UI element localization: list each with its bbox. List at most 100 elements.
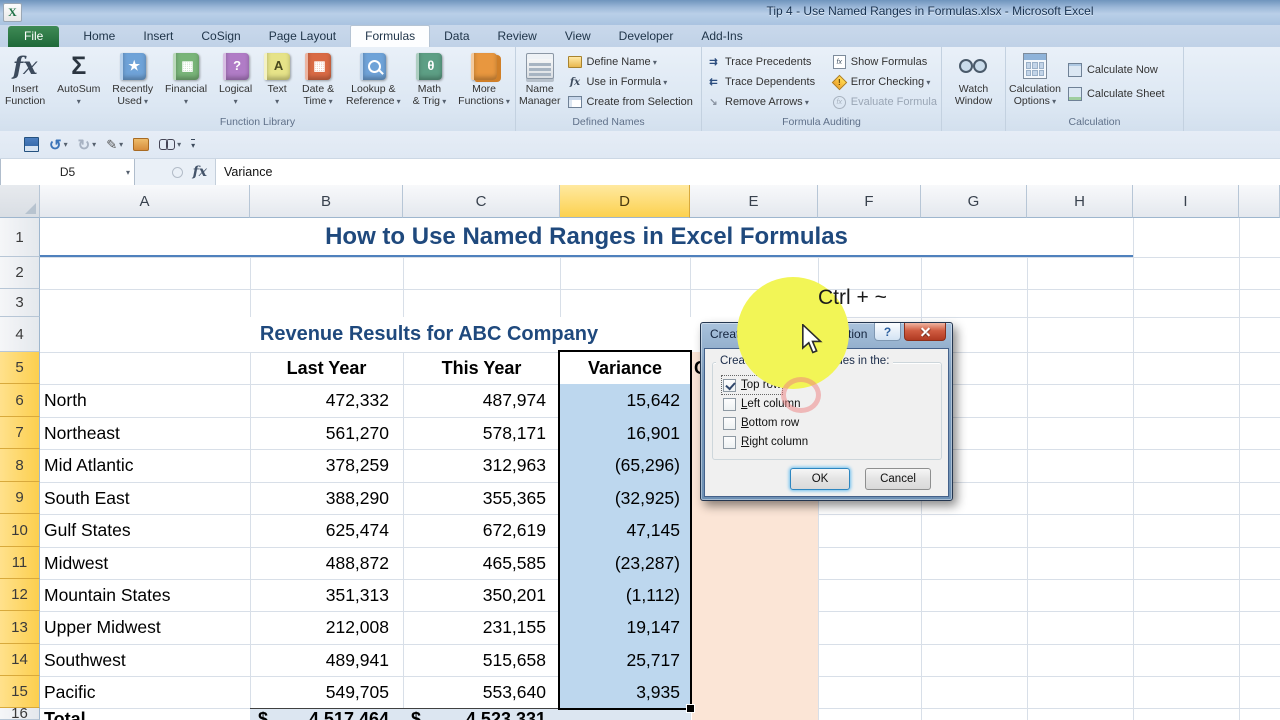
last-year-cell[interactable]: 351,313 [250, 579, 389, 612]
column-header-a[interactable]: A [40, 185, 250, 218]
this-year-cell[interactable]: 672,619 [403, 514, 546, 547]
ok-button[interactable]: OK [790, 468, 850, 490]
last-year-cell[interactable]: 561,270 [250, 417, 389, 450]
trace-dependents-button[interactable]: ⇇Trace Dependents [702, 72, 828, 92]
name-box[interactable]: D5 ▾ [0, 159, 135, 185]
row-header-1[interactable]: 1 [0, 218, 40, 257]
last-year-cell[interactable]: 388,290 [250, 482, 389, 515]
formula-input[interactable]: Variance [216, 159, 1280, 185]
checkbox-unchecked-icon[interactable] [723, 417, 736, 430]
define-name-button[interactable]: Define Name [563, 52, 696, 72]
region-cell[interactable]: Northeast [44, 417, 120, 450]
checkbox-unchecked-icon[interactable] [723, 398, 736, 411]
region-cell[interactable]: Gulf States [44, 514, 131, 547]
total-label-cell[interactable]: Total [44, 708, 86, 720]
select-all-corner[interactable] [0, 185, 40, 218]
checkbox-unchecked-icon[interactable] [723, 436, 736, 449]
tab-page-layout[interactable]: Page Layout [255, 26, 350, 47]
name-manager-button[interactable]: NameManager [516, 50, 563, 109]
this-year-cell[interactable]: 465,585 [403, 547, 546, 580]
row-header-2[interactable]: 2 [0, 257, 40, 289]
watch-window-button[interactable]: WatchWindow [952, 50, 995, 109]
region-cell[interactable]: Southwest [44, 644, 126, 677]
checkbox-right-column[interactable]: Right column [723, 434, 808, 450]
redo-button[interactable]: ↻▾ [78, 136, 97, 154]
this-year-cell[interactable]: 350,201 [403, 579, 546, 612]
this-year-cell[interactable]: 355,365 [403, 482, 546, 515]
region-cell[interactable]: Mountain States [44, 579, 170, 612]
tab-insert[interactable]: Insert [129, 26, 187, 47]
this-year-cell[interactable]: 312,963 [403, 449, 546, 482]
last-year-cell[interactable]: 625,474 [250, 514, 389, 547]
undo-button[interactable]: ↺▾ [49, 136, 68, 154]
column-header-b[interactable]: B [250, 185, 403, 218]
this-year-cell[interactable]: 578,171 [403, 417, 546, 450]
cell-c5-this-year[interactable]: This Year [403, 352, 560, 384]
region-cell[interactable]: Pacific [44, 676, 96, 709]
region-cell[interactable]: South East [44, 482, 130, 515]
evaluate-formula-button[interactable]: fxEvaluate Formula [828, 92, 941, 112]
row-header-3[interactable]: 3 [0, 289, 40, 317]
dialog-help-button[interactable]: ? [874, 323, 901, 341]
last-year-cell[interactable]: 489,941 [250, 644, 389, 677]
tab-cosign[interactable]: CoSign [187, 26, 254, 47]
more-functions-button[interactable]: MoreFunctions [455, 50, 513, 110]
last-year-cell[interactable]: 472,332 [250, 384, 389, 417]
total-last-year-cell[interactable]: 4,517,464 [250, 708, 389, 720]
last-year-cell[interactable]: 488,872 [250, 547, 389, 580]
region-cell[interactable]: Midwest [44, 547, 108, 580]
region-cell[interactable]: North [44, 384, 87, 417]
column-header-e[interactable]: E [690, 185, 818, 218]
calculation-options-button[interactable]: CalculationOptions [1006, 50, 1064, 110]
row-header-4[interactable]: 4 [0, 317, 40, 352]
math-trig-button[interactable]: θ Math& Trig [410, 50, 450, 110]
last-year-cell[interactable]: 549,705 [250, 676, 389, 709]
sheet-title-cell[interactable]: How to Use Named Ranges in Excel Formula… [40, 218, 1133, 257]
column-header-g[interactable]: G [921, 185, 1027, 218]
create-from-selection-button[interactable]: Create from Selection [563, 92, 696, 112]
column-header-i[interactable]: I [1133, 185, 1239, 218]
tab-formulas[interactable]: Formulas [350, 25, 430, 47]
tab-view[interactable]: View [551, 26, 605, 47]
checkbox-bottom-row[interactable]: Bottom row [723, 415, 799, 431]
date-time-button[interactable]: ▦ Date &Time [299, 50, 337, 110]
lookup-reference-button[interactable]: Lookup &Reference [343, 50, 404, 110]
recently-used-button[interactable]: ★ RecentlyUsed [109, 50, 156, 110]
customize-toolbar-button[interactable]: ▾ [191, 139, 195, 150]
column-header-d-selected[interactable]: D [560, 185, 690, 218]
row-header-5-selected[interactable]: 5 [0, 352, 40, 384]
open-folder-button[interactable] [133, 138, 149, 151]
fill-handle[interactable] [686, 704, 695, 713]
last-year-cell[interactable]: 212,008 [250, 611, 389, 644]
tab-file[interactable]: File [8, 26, 59, 47]
column-header-c[interactable]: C [403, 185, 560, 218]
region-cell[interactable]: Upper Midwest [44, 611, 161, 644]
column-header-f[interactable]: F [818, 185, 921, 218]
tab-data[interactable]: Data [430, 26, 483, 47]
logical-button[interactable]: ? Logical [216, 50, 255, 110]
save-button[interactable] [24, 137, 39, 152]
last-year-cell[interactable]: 378,259 [250, 449, 389, 482]
this-year-cell[interactable]: 553,640 [403, 676, 546, 709]
region-cell[interactable]: Mid Atlantic [44, 449, 133, 482]
this-year-cell[interactable]: 487,974 [403, 384, 546, 417]
tab-add-ins[interactable]: Add-Ins [687, 26, 756, 47]
cancel-button[interactable]: Cancel [865, 468, 931, 490]
trace-precedents-button[interactable]: ⇉Trace Precedents [702, 52, 828, 72]
total-this-year-cell[interactable]: 4,523,331 [403, 708, 546, 720]
financial-button[interactable]: ▦ Financial [162, 50, 210, 110]
this-year-cell[interactable]: 231,155 [403, 611, 546, 644]
use-in-formula-button[interactable]: fxUse in Formula [563, 72, 696, 92]
tab-home[interactable]: Home [69, 26, 129, 47]
dialog-close-button[interactable] [904, 323, 946, 341]
column-header-h[interactable]: H [1027, 185, 1133, 218]
tab-developer[interactable]: Developer [605, 26, 688, 47]
this-year-cell[interactable]: 515,658 [403, 644, 546, 677]
insert-function-button[interactable]: fx InsertFunction [2, 50, 48, 109]
insert-function-fx-icon[interactable]: fx [193, 164, 207, 180]
checkbox-checked-icon[interactable] [723, 379, 736, 392]
format-pen-button[interactable]: ✎▾ [106, 137, 123, 153]
error-checking-button[interactable]: !Error Checking [828, 72, 941, 92]
autosum-button[interactable]: Σ AutoSum [54, 50, 103, 110]
calculate-sheet-button[interactable]: Calculate Sheet [1064, 84, 1169, 104]
